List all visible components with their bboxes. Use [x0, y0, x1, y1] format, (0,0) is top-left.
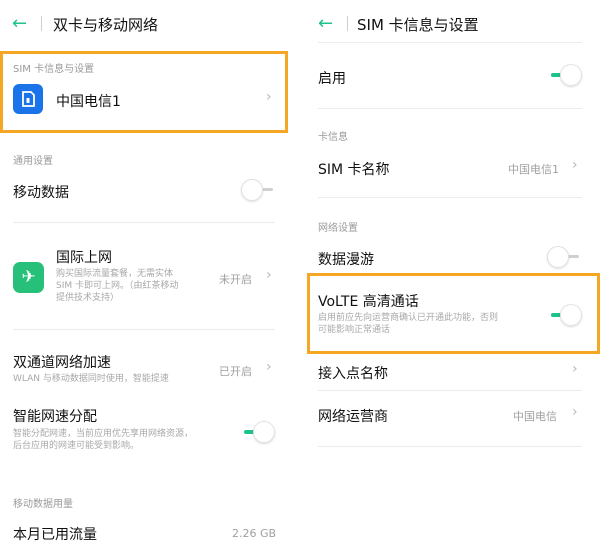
- operator-value: 中国电信: [513, 410, 557, 423]
- divider: [318, 42, 582, 43]
- mobile-data-label: 移动数据: [13, 185, 69, 201]
- dual-channel-label: 双通道网络加速: [13, 355, 111, 371]
- header-separator: [41, 16, 42, 31]
- volte-toggle[interactable]: [551, 304, 582, 326]
- sim-name-label: SIM 卡名称: [318, 162, 390, 178]
- chevron-right-icon: ›: [572, 361, 578, 377]
- smart-speed-description: 智能分配网速，当前应用优先享用网络资源， 后台应用的网速可能受到影响。: [13, 429, 194, 451]
- back-arrow-icon[interactable]: ←: [318, 15, 333, 33]
- monthly-usage-label: 本月已用流量: [13, 527, 97, 543]
- sim-card-name: 中国电信1: [56, 94, 121, 110]
- page-title: 双卡与移动网络: [53, 16, 159, 34]
- roaming-toggle[interactable]: [547, 246, 581, 268]
- section-sim-info: SIM 卡信息与设置: [13, 64, 95, 75]
- section-network: 网络设置: [318, 223, 358, 234]
- page-title: SIM 卡信息与设置: [357, 16, 479, 34]
- sim-name-value: 中国电信1: [508, 163, 559, 176]
- dual-channel-status: 已开启: [219, 365, 252, 378]
- volte-description: 启用前应先向运营商确认已开通此功能，否则 可能影响正常通话: [318, 313, 499, 335]
- chevron-right-icon: ›: [266, 267, 272, 283]
- enable-toggle[interactable]: [551, 64, 582, 86]
- divider: [318, 197, 582, 198]
- airplane-icon: ✈: [13, 262, 44, 293]
- divider: [318, 446, 582, 447]
- intl-label: 国际上网: [56, 250, 112, 266]
- intl-status: 未开启: [219, 273, 252, 286]
- header-separator: [347, 16, 348, 31]
- monthly-usage-value: 2.26 GB: [232, 527, 277, 540]
- mobile-data-toggle[interactable]: [241, 179, 275, 201]
- chevron-right-icon: ›: [266, 359, 272, 375]
- section-card-info: 卡信息: [318, 132, 348, 143]
- divider: [13, 329, 275, 330]
- intl-description: 购买国际流量套餐，无需实体 SIM 卡即可上网。（由红茶移动 提供技术支持）: [56, 269, 179, 303]
- sim-card-icon: [13, 84, 43, 114]
- chevron-right-icon: ›: [572, 157, 578, 173]
- smart-speed-label: 智能网速分配: [13, 409, 97, 425]
- operator-label: 网络运营商: [318, 409, 388, 425]
- smart-speed-toggle[interactable]: [244, 421, 275, 443]
- apn-label: 接入点名称: [318, 366, 388, 382]
- volte-label: VoLTE 高清通话: [318, 294, 419, 310]
- enable-label: 启用: [318, 71, 346, 87]
- section-general: 通用设置: [13, 156, 53, 167]
- divider: [318, 108, 582, 109]
- back-arrow-icon[interactable]: ←: [12, 15, 27, 33]
- chevron-right-icon: ›: [572, 404, 578, 420]
- roaming-label: 数据漫游: [318, 252, 374, 268]
- divider: [13, 222, 275, 223]
- chevron-right-icon: ›: [266, 89, 272, 105]
- section-data-usage: 移动数据用量: [13, 499, 73, 510]
- dual-channel-description: WLAN 与移动数据同时使用，智能提速: [13, 374, 169, 384]
- divider: [318, 390, 582, 391]
